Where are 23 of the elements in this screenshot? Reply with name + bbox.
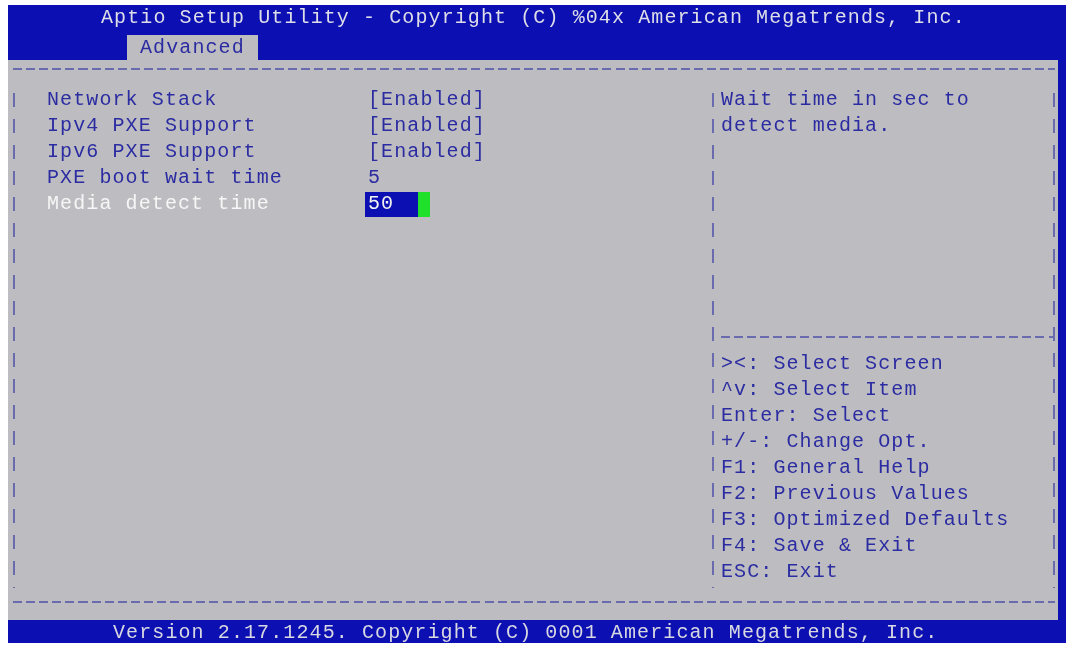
text-cursor-icon — [418, 191, 430, 217]
setting-label[interactable]: Network Stack — [47, 87, 368, 113]
setting-label[interactable]: Ipv6 PXE Support — [47, 139, 368, 165]
help-text: Wait time in sec to detect media. — [721, 87, 971, 139]
setting-label[interactable]: PXE boot wait time — [47, 165, 368, 191]
key-hint: ><: Select Screen — [721, 351, 944, 377]
setting-value[interactable]: [Enabled] — [368, 113, 486, 139]
number-field[interactable]: 50 — [365, 191, 418, 217]
window-title: Aptio Setup Utility - Copyright (C) %04x American Megatrends, Inc. — [101, 6, 966, 29]
key-hint: Enter: Select — [721, 403, 892, 429]
setting-value[interactable]: 5 — [368, 165, 382, 191]
key-hint: F4: Save & Exit — [721, 533, 918, 559]
tab[interactable]: Advanced — [127, 35, 258, 60]
version-text: Version 2.17.1245. Copyright (C) 0001 American Megatrends, Inc. — [113, 621, 939, 644]
setting-label[interactable]: Ipv4 PXE Support — [47, 113, 368, 139]
key-hint: ^v: Select Item — [721, 377, 918, 403]
setting-value[interactable]: [Enabled] — [368, 87, 486, 113]
setting-value[interactable]: [Enabled] — [368, 139, 486, 165]
key-hint: F3: Optimized Defaults — [721, 507, 1010, 533]
key-hint: ESC: Exit — [721, 559, 839, 585]
key-hint: +/-: Change Opt. — [721, 429, 931, 455]
key-hint: F1: General Help — [721, 455, 931, 481]
key-hint: F2: Previous Values — [721, 481, 970, 507]
